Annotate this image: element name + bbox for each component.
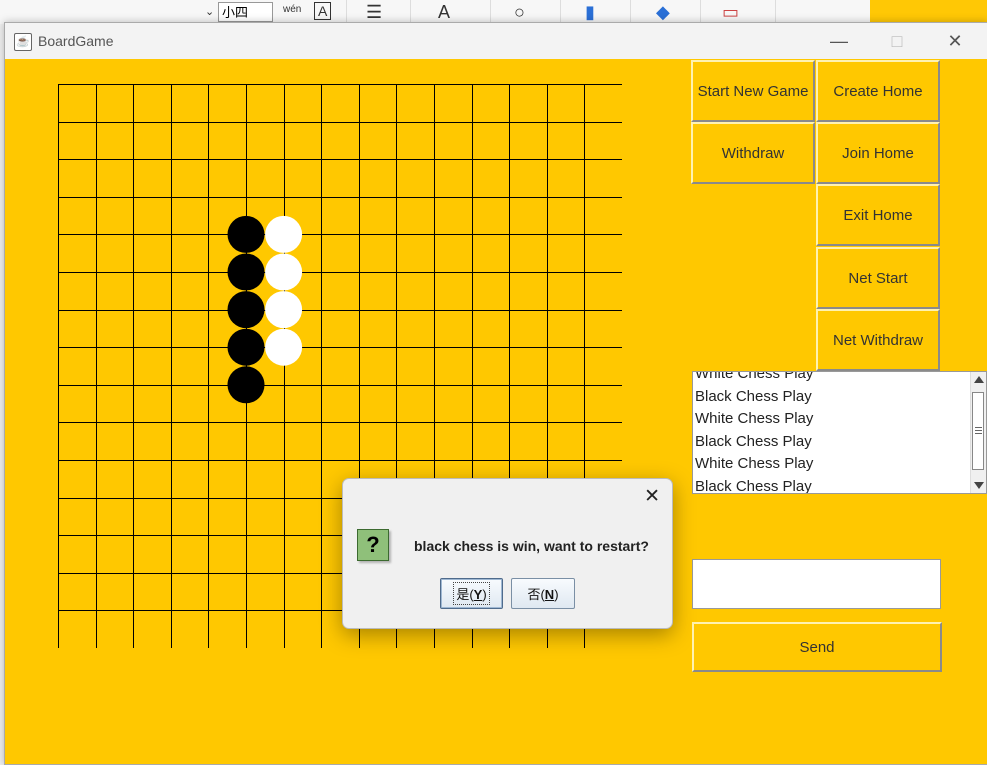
scroll-down-icon[interactable] (974, 482, 984, 489)
question-icon: ? (357, 529, 389, 561)
no-button[interactable]: 否(N) (511, 578, 575, 609)
withdraw-button[interactable]: Withdraw (691, 122, 815, 184)
chevron-down-icon: ⌄ (205, 6, 215, 18)
net-withdraw-button[interactable]: Net Withdraw (816, 309, 940, 371)
pen-icon[interactable]: ▮ (585, 2, 595, 22)
black-stone (227, 291, 265, 329)
layout-icon[interactable]: ▭ (722, 2, 739, 22)
exit-home-button[interactable]: Exit Home (816, 184, 940, 246)
black-stone (227, 215, 265, 253)
pinyin-label[interactable]: wén (283, 0, 301, 20)
list-item: White Chess Play (695, 455, 814, 472)
list-item: White Chess Play (695, 371, 814, 382)
yes-button[interactable]: 是(Y) (440, 578, 503, 609)
shape-icon[interactable]: ○ (514, 2, 525, 22)
net-start-button[interactable]: Net Start (816, 247, 940, 309)
window-title: BoardGame (38, 33, 114, 49)
boardgame-window: ☕ BoardGame — □ ✕ Start New Game Create … (4, 22, 987, 765)
scroll-thumb[interactable] (972, 392, 984, 470)
black-stone (227, 253, 265, 291)
white-stone (265, 328, 303, 366)
list-item: Black Chess Play (695, 432, 812, 450)
marker-icon[interactable]: ◆ (656, 2, 670, 22)
send-button[interactable]: Send (692, 622, 942, 672)
white-stone (265, 253, 303, 291)
black-stone (227, 366, 265, 404)
font-size-select[interactable]: 小四 (218, 2, 273, 22)
white-stone (265, 291, 303, 329)
yes-button-label: 是(Y) (453, 582, 490, 605)
font-size-value: 小四 (222, 5, 249, 20)
scroll-up-icon[interactable] (974, 376, 984, 383)
list-item: White Chess Play (695, 410, 814, 427)
align-icon[interactable]: ☰ (366, 2, 382, 22)
start-new-game-button[interactable]: Start New Game (691, 60, 815, 122)
black-stone (227, 328, 265, 366)
move-log-list[interactable]: White Chess Play Black Chess Play White … (692, 371, 987, 494)
minimize-button[interactable]: — (811, 23, 867, 59)
minimize-icon: — (830, 31, 848, 51)
dialog-message: black chess is win, want to restart? (414, 538, 649, 554)
dialog-close-icon[interactable]: ✕ (644, 485, 660, 508)
text-effect-icon[interactable]: A (438, 2, 450, 22)
close-icon: ✕ (947, 31, 963, 51)
no-button-label: 否(N) (527, 587, 559, 602)
maximize-button[interactable]: □ (869, 23, 925, 59)
white-stone (265, 215, 303, 253)
move-log-items: White Chess Play Black Chess Play White … (695, 371, 971, 494)
log-scrollbar[interactable] (970, 372, 986, 493)
join-home-button[interactable]: Join Home (816, 122, 940, 184)
create-home-button[interactable]: Create Home (816, 60, 940, 122)
restart-dialog: ✕ ? black chess is win, want to restart?… (342, 478, 673, 629)
close-button[interactable]: ✕ (927, 23, 983, 59)
text-box-icon[interactable]: A (314, 2, 332, 20)
maximize-icon: □ (891, 31, 903, 51)
list-item: Black Chess Play (695, 387, 812, 405)
list-item: Black Chess Play (695, 477, 812, 494)
chat-input[interactable] (692, 559, 941, 609)
java-cup-icon: ☕ (14, 33, 32, 51)
title-bar: ☕ BoardGame — □ ✕ (5, 23, 987, 59)
